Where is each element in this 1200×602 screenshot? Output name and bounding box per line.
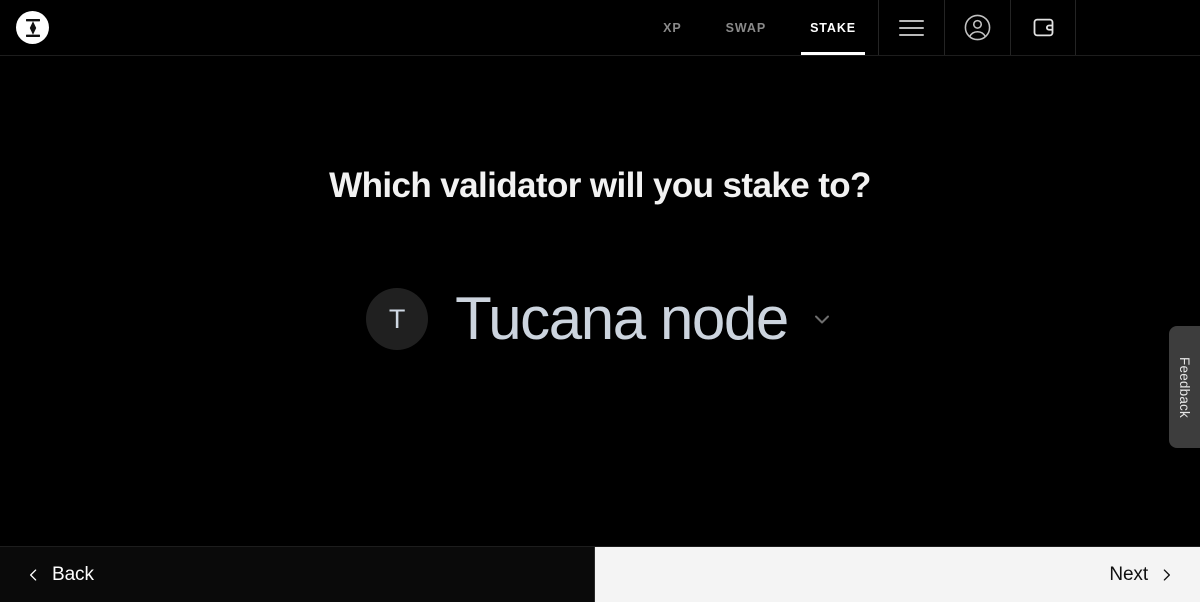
- nav-tab-xp[interactable]: XP: [641, 0, 703, 55]
- validator-selector[interactable]: T Tucana node: [366, 288, 834, 350]
- footer-bar: Back Next: [0, 546, 1200, 602]
- nav-tab-swap[interactable]: SWAP: [704, 0, 788, 55]
- brand-logo[interactable]: [16, 11, 49, 44]
- validator-avatar-initial: T: [388, 303, 406, 334]
- bone-logo-icon: [25, 18, 40, 37]
- nav-tab-stake[interactable]: STAKE: [788, 0, 878, 55]
- feedback-label: Feedback: [1177, 356, 1193, 418]
- back-button[interactable]: Back: [0, 547, 595, 602]
- validator-name: Tucana node: [455, 285, 789, 352]
- chevron-left-icon: [25, 564, 42, 586]
- page-title: Which validator will you stake to?: [329, 166, 871, 205]
- nav-tab-xp-label: XP: [663, 20, 682, 35]
- header-icon-group: [878, 0, 1076, 55]
- chevron-down-icon: [814, 315, 829, 324]
- next-button[interactable]: Next: [595, 547, 1200, 602]
- app-root: XP SWAP STAKE Which validator will you s…: [0, 0, 1200, 602]
- logo-container[interactable]: [0, 0, 49, 55]
- main-content: Which validator will you stake to? T Tuc…: [0, 56, 1200, 546]
- wallet-button[interactable]: [1010, 0, 1076, 55]
- nav-tab-stake-label: STAKE: [810, 20, 856, 35]
- hamburger-menu-icon: [899, 19, 924, 36]
- header-right-spacer: [1076, 0, 1200, 55]
- validator-avatar: T: [366, 288, 429, 350]
- menu-button[interactable]: [878, 0, 944, 55]
- user-account-icon: [964, 14, 991, 41]
- next-button-label: Next: [1109, 563, 1148, 585]
- main-nav: XP SWAP STAKE: [641, 0, 878, 55]
- top-header: XP SWAP STAKE: [0, 0, 1200, 56]
- nav-tab-swap-label: SWAP: [725, 20, 767, 35]
- chevron-right-icon: [1158, 564, 1175, 586]
- feedback-tab[interactable]: Feedback: [1169, 326, 1200, 448]
- back-button-label: Back: [52, 563, 94, 585]
- account-button[interactable]: [944, 0, 1010, 55]
- validator-dropdown-toggle[interactable]: [810, 307, 834, 331]
- wallet-icon: [1033, 18, 1053, 37]
- header-spacer: [49, 0, 641, 55]
